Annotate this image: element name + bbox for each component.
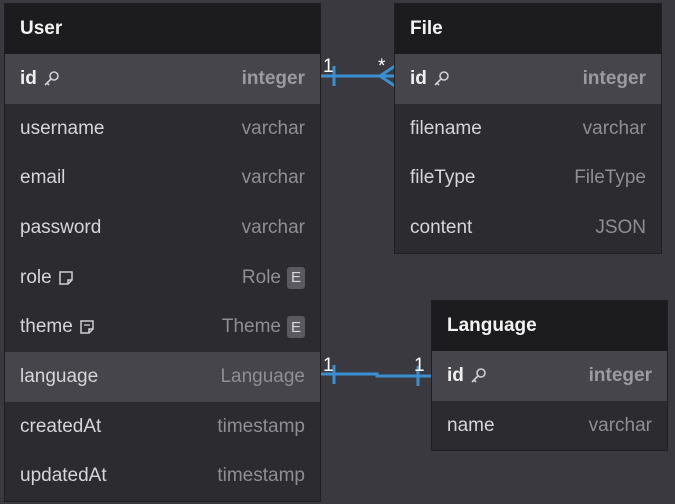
- table-row[interactable]: updatedAt timestamp: [5, 452, 320, 502]
- user-file-from-label: 1: [323, 56, 334, 77]
- user-language-from-label: 1: [323, 355, 334, 376]
- enum-badge: E: [287, 316, 305, 339]
- field-type: integer: [582, 67, 646, 89]
- table-row[interactable]: id integer: [395, 54, 661, 104]
- field-name: theme: [20, 316, 73, 338]
- field-name: id: [410, 67, 427, 89]
- user-language-to-label: 1: [414, 355, 425, 376]
- field-type: Language: [220, 365, 305, 387]
- table-row[interactable]: language Language: [5, 352, 320, 402]
- enum-badge: E: [287, 266, 305, 289]
- field-name: email: [20, 167, 66, 189]
- field-name: username: [20, 117, 105, 139]
- field-type: varchar: [582, 117, 646, 139]
- key-icon: [470, 367, 487, 384]
- key-icon: [433, 70, 450, 87]
- field-type: varchar: [241, 216, 305, 238]
- field-type: timestamp: [217, 465, 305, 487]
- field-type: JSON: [595, 216, 646, 238]
- table-user-header[interactable]: User: [5, 4, 320, 54]
- field-type: varchar: [241, 117, 305, 139]
- table-row[interactable]: password varchar: [5, 203, 320, 253]
- field-name: language: [20, 365, 99, 387]
- table-file-header[interactable]: File: [395, 4, 661, 54]
- table-row[interactable]: content JSON: [395, 203, 661, 253]
- table-row[interactable]: email varchar: [5, 153, 320, 203]
- field-name: role: [20, 266, 52, 288]
- field-name: content: [410, 216, 473, 238]
- table-row[interactable]: theme Theme E: [5, 302, 320, 352]
- table-row[interactable]: name varchar: [432, 401, 667, 451]
- table-row[interactable]: id integer: [5, 54, 320, 104]
- field-name: id: [20, 67, 37, 89]
- table-row[interactable]: id integer: [432, 351, 667, 401]
- field-name: createdAt: [20, 415, 102, 437]
- table-file[interactable]: File id integer filename varchar fileTyp…: [395, 4, 661, 253]
- note-icon[interactable]: [79, 319, 95, 335]
- key-icon: [43, 70, 60, 87]
- field-name: password: [20, 216, 102, 238]
- field-name: fileType: [410, 167, 476, 189]
- field-type: integer: [241, 67, 305, 89]
- field-type: integer: [588, 364, 652, 386]
- relation-user-language[interactable]: 1 1: [320, 355, 432, 386]
- table-row[interactable]: role Role E: [5, 253, 320, 303]
- table-row[interactable]: username varchar: [5, 104, 320, 154]
- field-name: updatedAt: [20, 465, 107, 487]
- table-row[interactable]: createdAt timestamp: [5, 402, 320, 452]
- table-user[interactable]: User id integer username varchar email v…: [5, 4, 320, 502]
- field-type: timestamp: [217, 415, 305, 437]
- field-type: varchar: [241, 167, 305, 189]
- field-name: id: [447, 364, 464, 386]
- field-name: name: [447, 414, 495, 436]
- field-type: FileType: [574, 167, 646, 189]
- note-icon[interactable]: [58, 270, 74, 286]
- user-file-to-label: *: [378, 56, 386, 77]
- relation-user-file[interactable]: 1 *: [320, 56, 396, 88]
- table-row[interactable]: filename varchar: [395, 104, 661, 154]
- field-type: Role: [241, 266, 281, 288]
- table-row[interactable]: fileType FileType: [395, 153, 661, 203]
- table-language[interactable]: Language id integer name varchar: [432, 301, 667, 451]
- table-language-header[interactable]: Language: [432, 301, 667, 351]
- field-type: Theme: [221, 316, 281, 338]
- field-type: varchar: [588, 414, 652, 436]
- field-name: filename: [410, 117, 482, 139]
